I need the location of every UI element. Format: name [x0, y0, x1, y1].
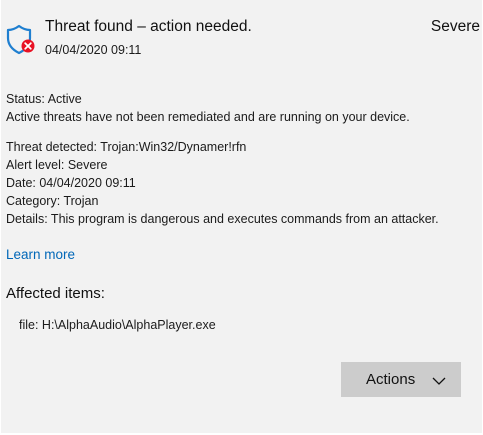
shield-warning-icon [5, 23, 37, 55]
actions-button-label: Actions [366, 371, 416, 388]
threat-card: Threat found – action needed. 04/04/2020… [1, 0, 482, 433]
actions-button[interactable]: Actions [341, 362, 461, 397]
threat-header: Threat found – action needed. 04/04/2020… [1, 0, 482, 72]
status-line: Status: Active [6, 92, 82, 106]
date-line: Date: 04/04/2020 09:11 [6, 176, 136, 190]
affected-item-file: file: H:\AlphaAudio\AlphaPlayer.exe [19, 318, 216, 332]
threat-timestamp: 04/04/2020 09:11 [45, 43, 142, 57]
severity-label: Severe [430, 18, 480, 35]
category-line: Category: Trojan [6, 194, 99, 208]
affected-items-heading: Affected items: [6, 285, 105, 302]
details-line: Details: This program is dangerous and e… [6, 212, 439, 226]
chevron-down-icon [432, 374, 446, 385]
threat-detected-line: Threat detected: Trojan:Win32/Dynamer!rf… [6, 140, 247, 154]
learn-more-link[interactable]: Learn more [6, 246, 75, 264]
alert-level-line: Alert level: Severe [6, 158, 108, 172]
threat-title: Threat found – action needed. [45, 18, 252, 35]
status-description: Active threats have not been remediated … [6, 110, 410, 124]
